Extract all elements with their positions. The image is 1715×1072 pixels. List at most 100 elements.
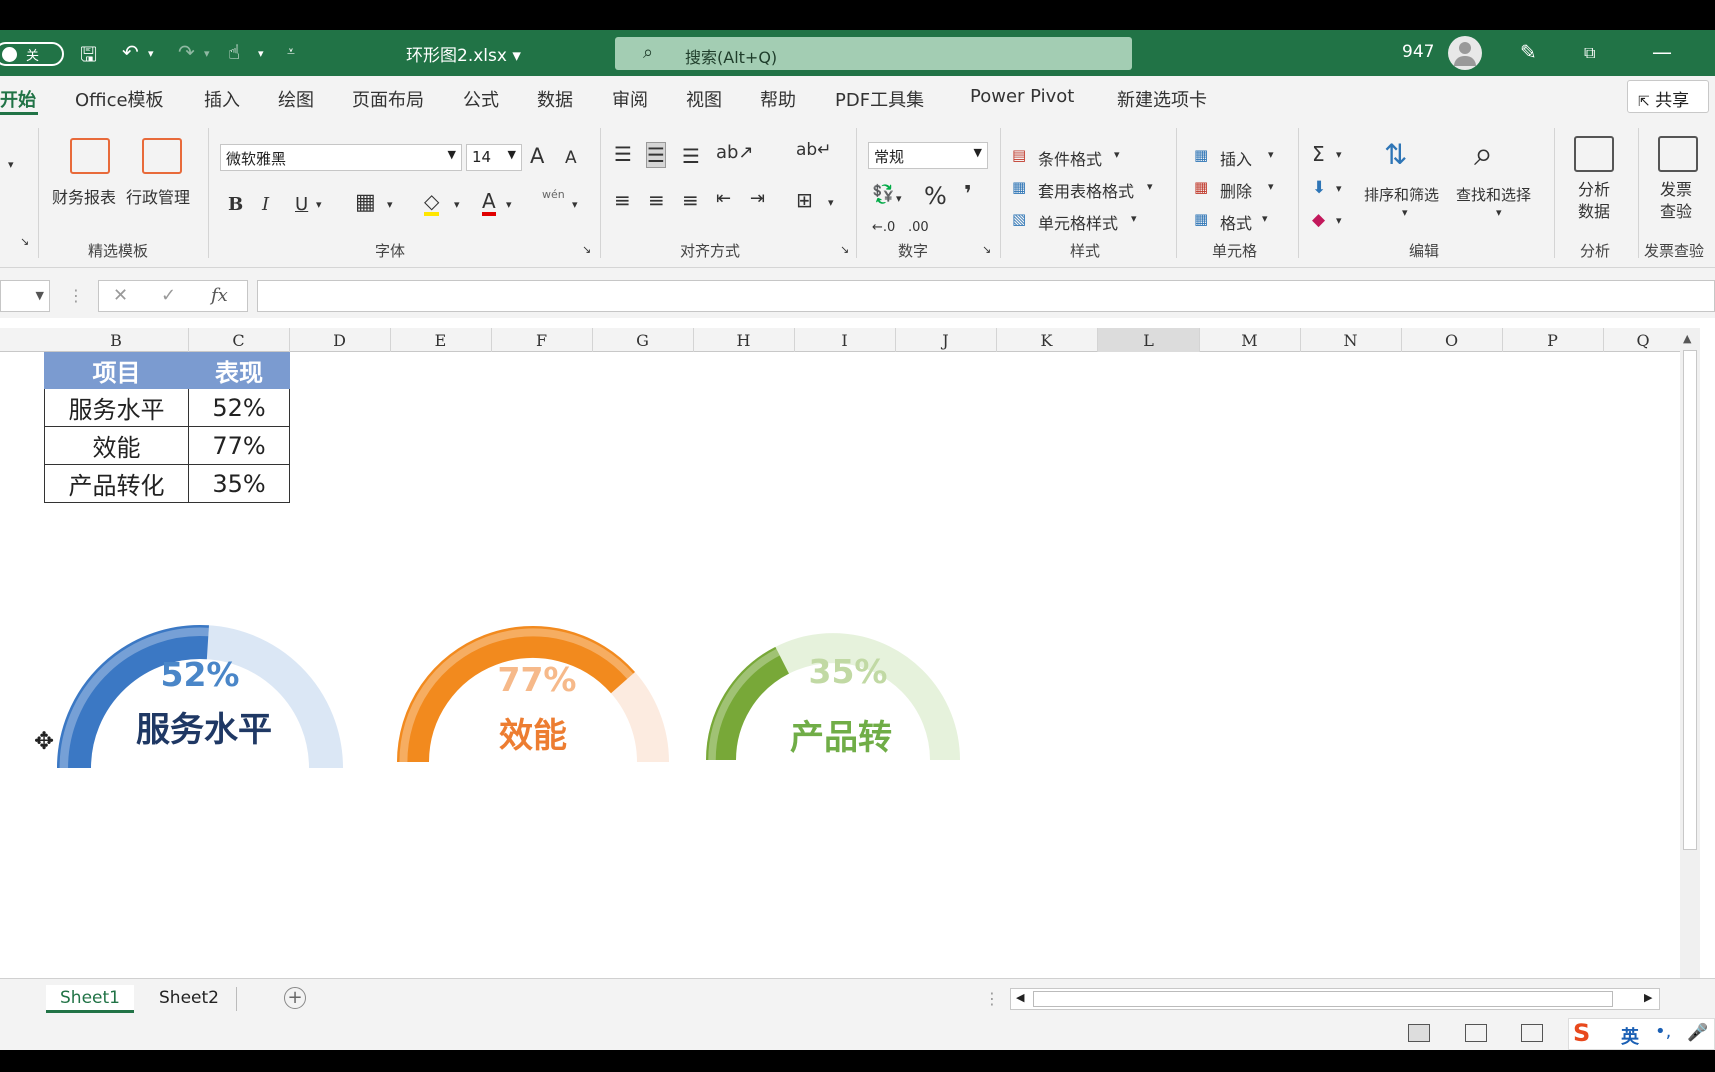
column-header-b[interactable]: B <box>44 331 188 350</box>
conditional-format-button[interactable]: 条件格式 <box>1038 146 1102 170</box>
scroll-left-icon[interactable]: ◀ <box>1016 991 1024 1004</box>
cell-styles-button[interactable]: 单元格样式 <box>1038 210 1118 234</box>
fill-icon[interactable]: ⬇ <box>1312 178 1326 198</box>
column-header-j[interactable]: J <box>895 331 996 350</box>
tab-power-pivot[interactable]: Power Pivot <box>970 86 1074 107</box>
find-select-button[interactable]: 查找和选择 <box>1456 184 1531 205</box>
decrease-font-button[interactable]: A <box>565 148 577 168</box>
column-header-q[interactable]: Q <box>1603 331 1683 350</box>
tab-formulas[interactable]: 公式 <box>463 86 499 112</box>
column-header-h[interactable]: H <box>693 331 794 350</box>
column-header-p[interactable]: P <box>1502 331 1603 350</box>
column-header-e[interactable]: E <box>390 331 491 350</box>
scroll-up-icon[interactable]: ▲ <box>1683 332 1691 345</box>
microphone-icon[interactable]: 🎤 <box>1687 1023 1708 1043</box>
scrollbar-thumb[interactable] <box>1683 350 1697 850</box>
chevron-down-icon[interactable]: ▾ <box>1268 180 1274 193</box>
delete-cells-button[interactable]: 删除 <box>1220 178 1252 202</box>
chevron-down-icon[interactable]: ▾ <box>1268 148 1274 161</box>
format-as-table-button[interactable]: 套用表格格式 <box>1038 178 1134 202</box>
increase-decimal-icon[interactable]: ←.0 <box>872 220 895 235</box>
wrap-text-icon[interactable]: ab↵ <box>796 140 831 160</box>
scroll-right-icon[interactable]: ▶ <box>1644 991 1652 1004</box>
insert-cells-button[interactable]: 插入 <box>1220 146 1252 170</box>
column-header-d[interactable]: D <box>289 331 390 350</box>
merge-center-icon[interactable]: ⊞ <box>796 188 813 212</box>
bold-button[interactable]: B <box>228 194 243 215</box>
column-header-n[interactable]: N <box>1300 331 1401 350</box>
document-title[interactable]: 环形图2.xlsx ▾ <box>406 41 521 66</box>
align-right-icon[interactable]: ≡ <box>682 188 699 212</box>
redo-dropdown-icon[interactable]: ▾ <box>204 47 210 60</box>
chevron-down-icon[interactable]: ▾ <box>1114 148 1120 161</box>
tab-data[interactable]: 数据 <box>537 86 573 112</box>
increase-indent-icon[interactable]: ⇥ <box>750 188 765 209</box>
number-launcher-icon[interactable]: ↘ <box>982 243 991 256</box>
tab-home[interactable]: 开始 <box>0 86 36 112</box>
chevron-down-icon[interactable]: ▾ <box>454 198 460 211</box>
invoice-check-icon[interactable] <box>1658 136 1698 172</box>
page-break-view-icon[interactable] <box>1521 1024 1543 1042</box>
autosum-button[interactable]: Σ <box>1312 142 1325 166</box>
chevron-down-icon[interactable]: ▾ <box>572 198 578 211</box>
chevron-down-icon[interactable]: ▾ <box>1336 148 1342 161</box>
align-bottom-icon[interactable]: ☰ <box>682 144 700 168</box>
normal-view-icon[interactable] <box>1408 1024 1430 1042</box>
comma-style-button[interactable]: ❜ <box>964 182 972 207</box>
sheet-tab-sheet2[interactable]: Sheet2 <box>145 985 233 1013</box>
chevron-down-icon[interactable]: ▾ <box>316 198 322 211</box>
accounting-format-icon[interactable]: 💱 <box>872 184 894 205</box>
minimize-icon[interactable]: — <box>1652 40 1672 64</box>
column-header-c[interactable]: C <box>188 331 289 350</box>
align-center-icon[interactable]: ≡ <box>648 188 665 212</box>
tab-draw[interactable]: 绘图 <box>278 86 314 112</box>
tab-insert[interactable]: 插入 <box>204 86 240 112</box>
admin-management-icon[interactable] <box>142 138 182 174</box>
touch-dropdown-icon[interactable]: ▾ <box>258 47 264 60</box>
add-sheet-button[interactable]: + <box>284 987 306 1009</box>
invoice-check-label-1[interactable]: 发票 <box>1660 176 1692 200</box>
invoice-check-label-2[interactable]: 查验 <box>1660 198 1692 222</box>
alignment-launcher-icon[interactable]: ↘ <box>840 243 849 256</box>
column-header-l[interactable]: L <box>1098 331 1199 350</box>
chevron-down-icon[interactable]: ▾ <box>1402 206 1408 219</box>
chevron-down-icon[interactable]: ▾ <box>1131 212 1137 225</box>
cancel-entry-button[interactable]: ✕ <box>113 285 128 306</box>
insert-function-button[interactable]: fx <box>211 285 228 306</box>
chevron-down-icon[interactable]: ▾ <box>1262 212 1268 225</box>
tab-review[interactable]: 审阅 <box>612 86 648 112</box>
undo-icon[interactable]: ↶ <box>122 40 139 64</box>
formula-input[interactable] <box>257 280 1715 312</box>
tab-new[interactable]: 新建选项卡 <box>1117 86 1207 112</box>
chevron-down-icon[interactable]: ▾ <box>1336 182 1342 195</box>
clear-icon[interactable]: ◆ <box>1312 210 1325 230</box>
column-header-g[interactable]: G <box>592 331 693 350</box>
customize-qat-icon[interactable]: ⩡ <box>287 44 295 60</box>
financial-report-button[interactable]: 财务报表 <box>52 184 116 208</box>
chevron-down-icon[interactable]: ▾ <box>1147 180 1153 193</box>
avatar[interactable] <box>1448 36 1482 70</box>
chevron-down-icon[interactable]: ▾ <box>1336 214 1342 227</box>
chevron-down-icon[interactable]: ▾ <box>828 196 834 209</box>
sheet-tab-sheet1[interactable]: Sheet1 <box>46 985 134 1013</box>
ribbon-display-icon[interactable]: ⧉ <box>1584 43 1595 63</box>
horizontal-scrollbar[interactable]: ◀ ▶ <box>1010 988 1660 1010</box>
undo-dropdown-icon[interactable]: ▾ <box>148 47 154 60</box>
font-color-button[interactable]: A <box>482 190 496 216</box>
tab-help[interactable]: 帮助 <box>760 86 796 112</box>
align-left-icon[interactable]: ≡ <box>614 188 631 212</box>
chevron-down-icon[interactable]: ▾ <box>387 198 393 211</box>
column-header-m[interactable]: M <box>1199 331 1300 350</box>
redo-icon[interactable]: ↷ <box>178 40 195 64</box>
split-grip-icon[interactable]: ⋮ <box>984 989 1000 1008</box>
analyze-data-icon[interactable] <box>1574 136 1614 172</box>
page-layout-view-icon[interactable] <box>1465 1024 1487 1042</box>
borders-icon[interactable]: ▦ <box>355 190 376 215</box>
column-header-o[interactable]: O <box>1401 331 1502 350</box>
enter-entry-button[interactable]: ✓ <box>161 285 176 306</box>
number-format-dropdown[interactable]: 常规 ▼ <box>868 142 988 169</box>
scrollbar-thumb[interactable] <box>1033 991 1613 1007</box>
admin-management-button[interactable]: 行政管理 <box>126 184 190 208</box>
punctuation-icon[interactable]: •, <box>1655 1021 1671 1042</box>
name-box[interactable]: ▼ <box>0 280 50 312</box>
